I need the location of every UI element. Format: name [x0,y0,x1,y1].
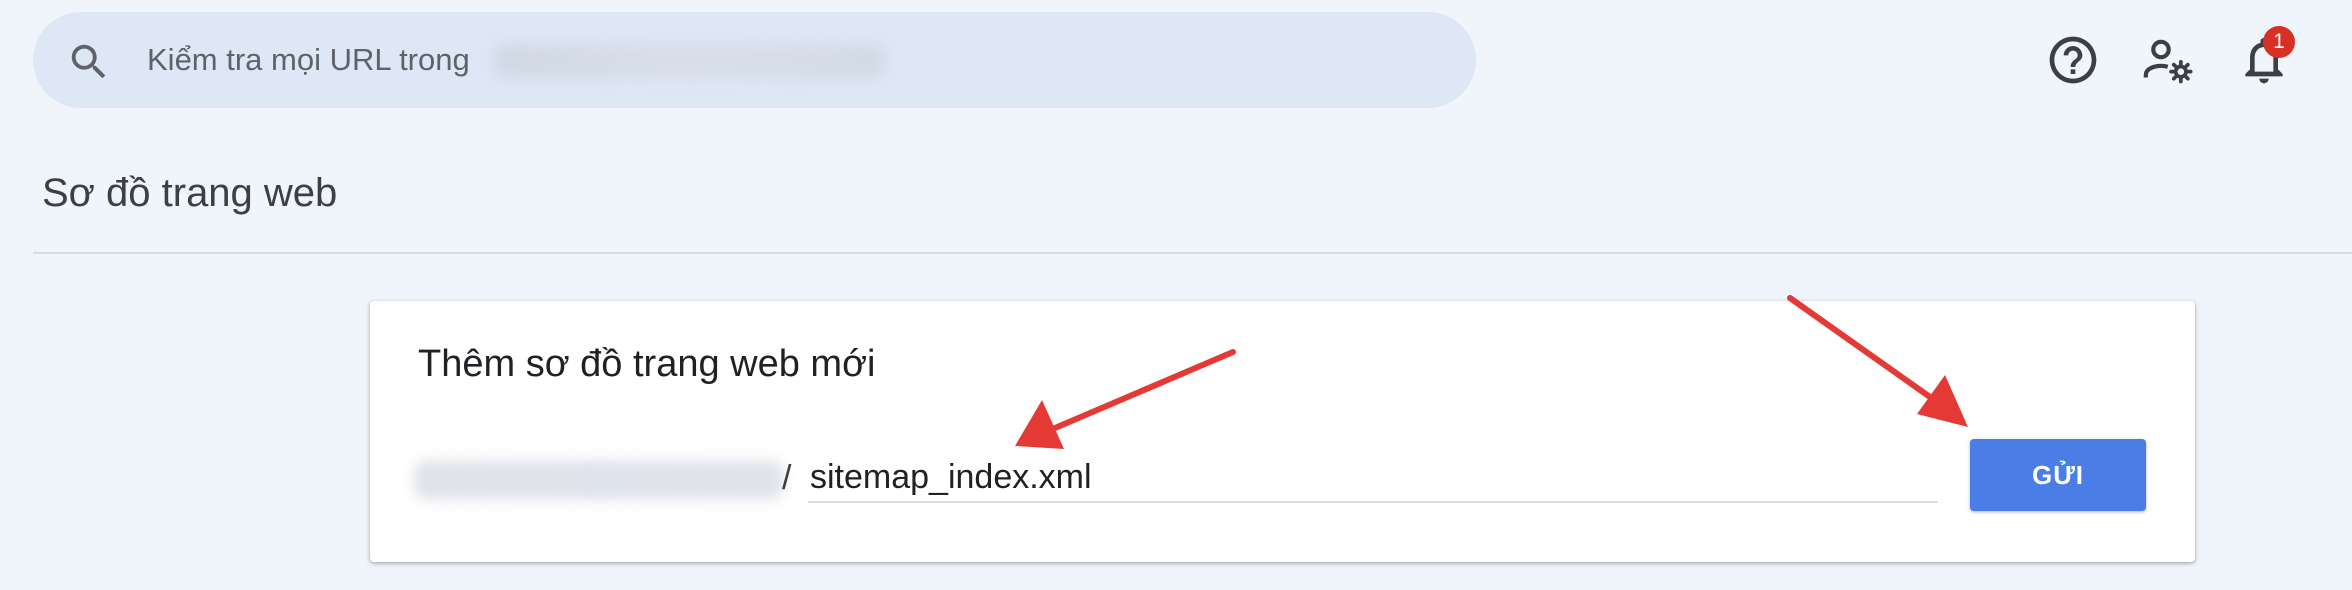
search-bar[interactable]: Kiểm tra mọi URL trong [33,12,1476,108]
admin-settings-icon[interactable] [2140,32,2196,88]
redacted-property-url [495,44,885,78]
search-icon[interactable] [66,39,112,85]
redacted-domain-prefix [414,460,784,500]
page-title: Sơ đồ trang web [42,171,338,215]
search-placeholder[interactable]: Kiểm tra mọi URL trong [147,42,470,78]
submit-button[interactable]: GỬI [1970,439,2146,511]
header-divider [33,252,2352,254]
sitemap-url-input[interactable] [808,453,1938,503]
add-sitemap-card: Thêm sơ đồ trang web mới / GỬI [370,301,2195,562]
card-title: Thêm sơ đồ trang web mới [418,343,876,385]
notification-badge: 1 [2263,26,2295,58]
url-separator: / [782,459,792,497]
help-icon[interactable] [2045,32,2101,88]
